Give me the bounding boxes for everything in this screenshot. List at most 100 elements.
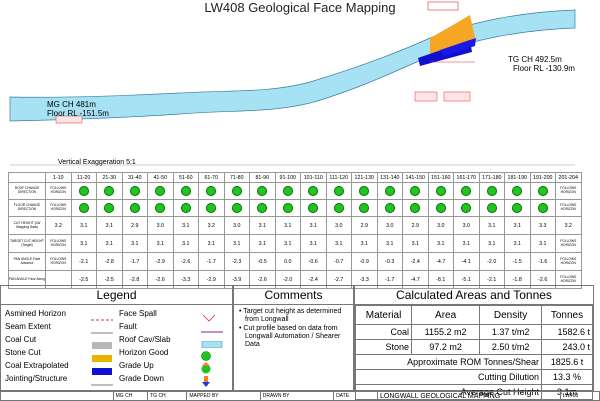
summary-label: Cutting Dilution — [355, 369, 542, 385]
grade-good-icon — [410, 186, 421, 196]
grid-cell-value: 2.9 — [121, 216, 148, 235]
grid-cell-dot — [172, 199, 199, 217]
grade-good-icon — [282, 203, 293, 213]
legend-item-right: Fault — [119, 322, 137, 331]
grade-good-icon — [78, 203, 89, 213]
grid-cell-value: -4.1 — [453, 252, 480, 271]
grid-cell-dot — [274, 182, 301, 200]
grid-cell-value: 2.9 — [351, 216, 378, 235]
legend-title: Legend — [1, 286, 232, 305]
grade-good-icon — [410, 203, 421, 213]
areas-cell: 243.0 t — [540, 339, 594, 355]
grid-row: TARGET CUT HEIGHT (Target) FOLLOWS HORIZO… — [8, 234, 582, 253]
grid-cell-dot — [478, 199, 505, 217]
grid-cell-first: FOLLOWS HORIZON — [45, 199, 72, 217]
grid-cell-dot — [172, 182, 199, 200]
grid-cell-dot — [453, 199, 480, 217]
grid-cell-first: 3.2 — [45, 216, 72, 235]
grid-cell-value: 3.1 — [274, 234, 301, 253]
annotation-box — [427, 1, 459, 11]
grid-cell-dot — [504, 199, 531, 217]
grid-range-header: 171-180 — [478, 172, 505, 183]
footer-doc-title: LONGWALL GEOLOGICAL MAPPING — [377, 391, 561, 401]
grade-good-icon — [486, 186, 497, 196]
grid-cell-value: -0.5 — [249, 252, 276, 271]
grid-cell-last: FOLLOWS HORIZON — [555, 199, 582, 217]
footer-drawn-by: DRAWN BY — [259, 391, 335, 401]
grade-good-icon — [333, 203, 344, 213]
footer-doc-id: LW408 — [559, 391, 600, 401]
grid-cell-value: 3.1 — [96, 216, 123, 235]
grid-cell-value: 3.3 — [529, 216, 556, 235]
legend-item-left: Coal Cut — [5, 335, 37, 344]
legend-item-left: Jointing/Structure — [5, 374, 68, 383]
grid-cell-value: 3.1 — [96, 234, 123, 253]
areas-header: Density — [479, 305, 542, 325]
grade-good-icon — [384, 186, 395, 196]
grade-good-icon — [257, 203, 268, 213]
grid-cell-value: -2.6 — [172, 252, 199, 271]
grid-cell-dot — [402, 199, 429, 217]
grade-good-icon — [155, 186, 166, 196]
areas-header: Material — [354, 305, 413, 325]
areas-cell: 1582.6 t — [540, 324, 594, 340]
grid-range-header: 101-110 — [300, 172, 327, 183]
grade-good-icon — [537, 186, 548, 196]
grid-cell-dot — [427, 199, 454, 217]
grid-cell-dot — [504, 182, 531, 200]
grid-range-header: 91-100 — [274, 172, 301, 183]
grade-good-icon — [384, 203, 395, 213]
grid-cell-value: 3.1 — [376, 234, 403, 253]
grade-good-icon — [257, 186, 268, 196]
grid-row: ROOF CHANGE DIRECTION FOLLOWS HORIZON FOLL… — [8, 182, 582, 200]
grade-down-icon — [201, 374, 211, 392]
grid-cell-dot — [376, 182, 403, 200]
summary-value: 1825.6 t — [540, 354, 594, 370]
areas-row: Stone 97.2 m2 2.50 t/m2 243.0 t — [354, 339, 594, 355]
face-data-grid: 1-10 11-20 21-30 31-40 41-50 51-60 61-70 71-80 8… — [8, 172, 582, 289]
grid-cell-dot — [351, 182, 378, 200]
legend-item-left: Asmined Horizon — [5, 309, 66, 318]
areas-panel: Calculated Areas and Tonnes Material Area… — [354, 285, 594, 400]
areas-title: Calculated Areas and Tonnes — [355, 286, 593, 305]
grid-cell-value: 2.9 — [402, 216, 429, 235]
grid-row: PAN ANGLE Face Advance FOLLOWS HORIZON -2.… — [8, 252, 582, 271]
grid-cell-value: 3.0 — [427, 216, 454, 235]
grid-cell-dot — [70, 199, 97, 217]
legend-panel: Legend Asmined Horizon Seam Extent Coal Cu… — [0, 285, 233, 391]
grid-cell-dot — [351, 199, 378, 217]
grid-cell-last: FOLLOWS HORIZON — [555, 252, 582, 271]
grid-row: CUT HEIGHT (LW Mapping Data) 3.2 3.1 3.1 2.9… — [8, 216, 582, 235]
grade-good-icon — [104, 203, 115, 213]
grid-cell-value: -2.9 — [147, 252, 174, 271]
grid-cell-value: 3.1 — [121, 234, 148, 253]
grid-cell-value: 3.0 — [223, 216, 250, 235]
grid-cell-dot — [96, 199, 123, 217]
grid-range-header: 141-150 — [402, 172, 429, 183]
grid-row-label: CUT HEIGHT (LW Mapping Data) — [8, 216, 46, 235]
grid-range-header: 151-160 — [427, 172, 454, 183]
areas-row: Coal 1155.2 m2 1.37 t/m2 1582.6 t — [354, 324, 594, 340]
grid-cell-value: 3.1 — [504, 216, 531, 235]
grid-cell-value: -2.4 — [402, 252, 429, 271]
areas-summary-row: Approximate ROM Tonnes/Shear 1825.6 t — [355, 354, 594, 370]
grid-cell-value: 3.1 — [172, 234, 199, 253]
areas-cell: Coal — [354, 324, 413, 340]
grid-cell-value: -1.6 — [529, 252, 556, 271]
grid-cell-value: 3.1 — [453, 234, 480, 253]
grid-cell-last: FOLLOWS HORIZON — [555, 182, 582, 200]
grid-cell-value: 3.1 — [249, 234, 276, 253]
grid-cell-value: -1.7 — [121, 252, 148, 271]
grid-cell-value: 3.1 — [529, 234, 556, 253]
grid-cell-value: 3.0 — [376, 216, 403, 235]
grid-cell-value: -0.9 — [351, 252, 378, 271]
grid-cell-value: 3.1 — [249, 216, 276, 235]
grid-cell-dot — [402, 182, 429, 200]
grid-cell-dot — [223, 182, 250, 200]
legend-item-right: Roof Cav/Slab — [119, 335, 171, 344]
grade-good-icon — [206, 186, 217, 196]
grid-cell-value: -1.7 — [198, 252, 225, 271]
grid-range-header: 51-60 — [172, 172, 199, 183]
grid-range-header: 121-130 — [351, 172, 378, 183]
grid-cell-dot — [427, 182, 454, 200]
